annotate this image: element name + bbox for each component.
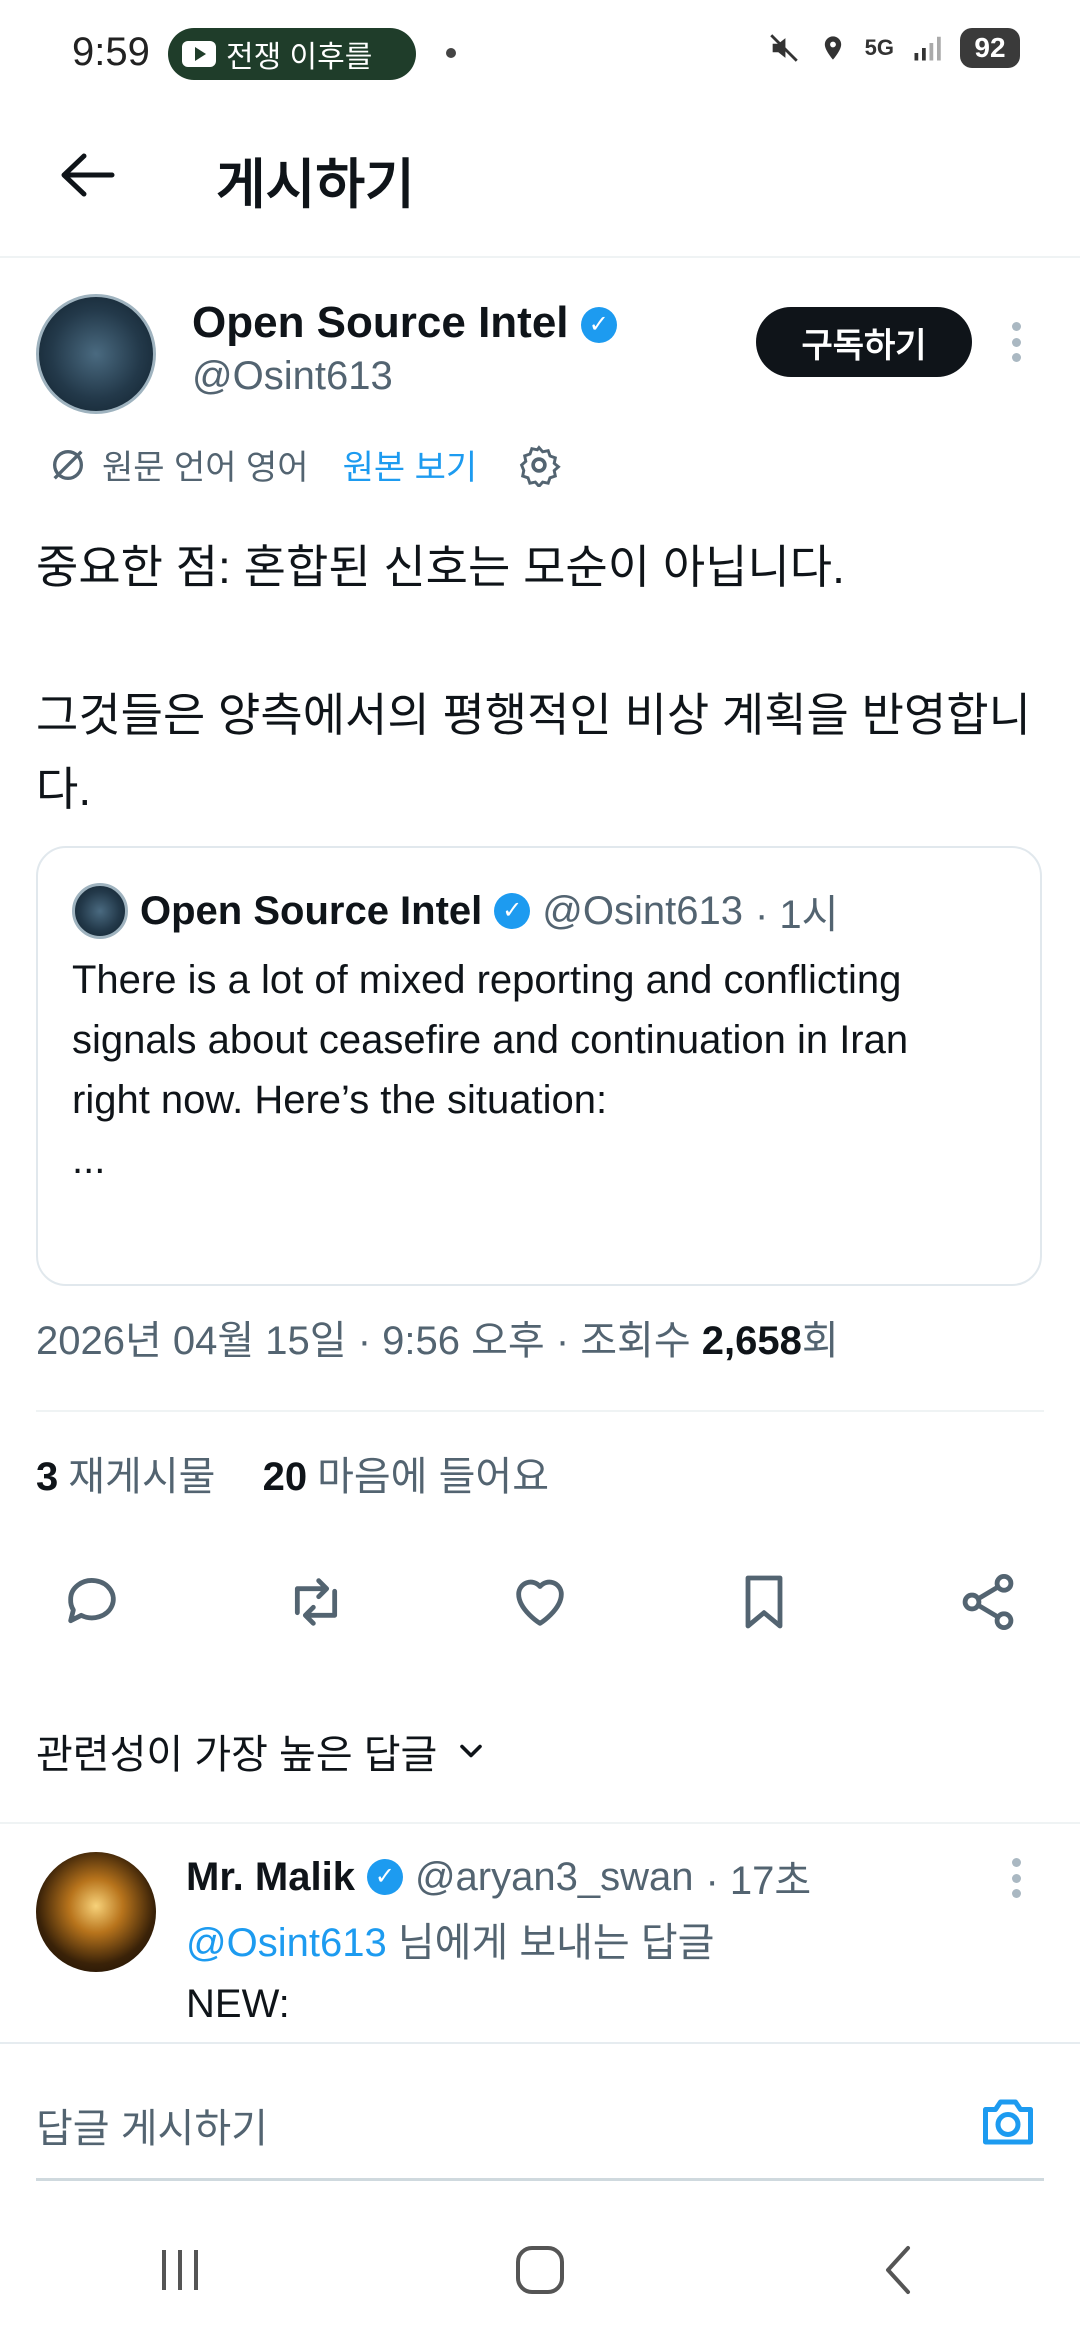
recent-apps-icon[interactable] [150,2240,210,2300]
bookmark-icon[interactable] [732,1570,796,1634]
verified-badge-icon: ✓ [580,307,617,344]
view-count: 2,658 [701,1319,802,1363]
back-arrow-icon[interactable] [56,150,116,200]
quoted-author-handle: @Osint613 [542,888,743,933]
battery-indicator: 92 [960,28,1020,68]
author-handle[interactable]: @Osint613 [192,354,393,399]
youtube-play-icon [182,41,216,67]
mute-icon [769,34,798,62]
author-name[interactable]: Open Source Intel [192,298,569,347]
author-name-row: Open Source Intel ✓ [192,298,617,348]
reply-to-mention[interactable]: @Osint613 [186,1921,387,1965]
reply-sort-dropdown[interactable]: 관련성이 가장 높은 답글 [36,1722,489,1780]
youtube-media-pill[interactable]: 전쟁 이후를 [168,28,416,80]
chevron-down-icon [460,1744,483,1758]
verified-badge-icon: ✓ [494,893,531,929]
status-time: 9:59 [72,30,150,74]
subscribe-button[interactable]: 구독하기 [756,307,972,377]
header-divider [0,256,1080,258]
reply-sort-label: 관련성이 가장 높은 답글 [36,1733,438,1777]
composer-underline [36,2178,1044,2181]
engagement-stats: 3 재게시물 20 마음에 들어요 [36,1444,549,1502]
reply-text: NEW: [186,1982,290,2026]
more-options-icon[interactable] [1010,322,1022,362]
action-bar [60,1570,1020,1634]
reply-author-name[interactable]: Mr. Malik [186,1855,355,1900]
reply-to-line: @Osint613 님에게 보내는 답글 [186,1910,714,1968]
signal-icon [914,36,941,61]
translation-note: 원문 언어 영어 [102,449,309,487]
reply-icon[interactable] [60,1570,124,1634]
notification-dot [446,48,456,58]
heart-icon[interactable] [508,1570,572,1634]
back-nav-icon[interactable] [870,2240,930,2300]
quoted-post-text: There is a lot of mixed reporting and co… [72,958,909,1182]
system-navigation-bar [0,2220,1080,2320]
repost-icon[interactable] [284,1570,348,1634]
youtube-pill-text: 전쟁 이후를 [226,41,373,74]
reply-author-avatar[interactable] [36,1852,156,1972]
show-original-link[interactable]: 원본 보기 [343,440,478,489]
page-title: 게시하기 [216,155,415,215]
share-icon[interactable] [956,1570,1020,1634]
quoted-author-avatar [72,883,128,939]
camera-icon[interactable] [976,2092,1040,2152]
post-text: 중요한 점: 혼합된 신호는 모순이 아닙니다. 그것들은 양측에서의 평행적인… [36,541,1031,815]
quoted-post-time: · 1시 [755,893,839,937]
quoted-post-header: Open Source Intel ✓ @Osint613 · 1시 [72,882,838,940]
network-type: 5G [864,35,894,60]
translate-icon [53,449,83,480]
meta-divider [36,1410,1044,1412]
composer-top-divider [0,2042,1080,2044]
location-icon [824,36,841,60]
translation-row: 원문 언어 영어 원본 보기 [48,440,561,489]
reply-to-suffix: 님에게 보내는 답글 [386,1921,715,1965]
status-icons: 5G 92 [767,28,1020,68]
verified-badge-icon: ✓ [366,1859,403,1895]
home-icon[interactable] [510,2240,570,2300]
reply-header: Mr. Malik ✓ @aryan3_swan · 17초 [186,1848,811,1906]
gear-icon[interactable] [517,443,561,487]
post-timestamp: 2026년 04월 15일 · 9:56 오후 · 조회수 [36,1319,702,1363]
post-meta: 2026년 04월 15일 · 9:56 오후 · 조회수 2,658회 [36,1308,839,1366]
view-suffix: 회 [801,1319,839,1363]
reply-more-options-icon[interactable] [1010,1858,1022,1898]
quoted-author-name: Open Source Intel [140,888,483,933]
reply-composer-input[interactable]: 답글 게시하기 [36,2096,268,2154]
reply-time: · 17초 [705,1859,812,1903]
likes-stat[interactable]: 20 마음에 들어요 [263,1455,549,1499]
replies-divider [0,1822,1080,1824]
reply-author-handle[interactable]: @aryan3_swan [415,1855,694,1900]
author-avatar[interactable] [36,294,156,414]
reposts-stat[interactable]: 3 재게시물 [36,1455,215,1499]
